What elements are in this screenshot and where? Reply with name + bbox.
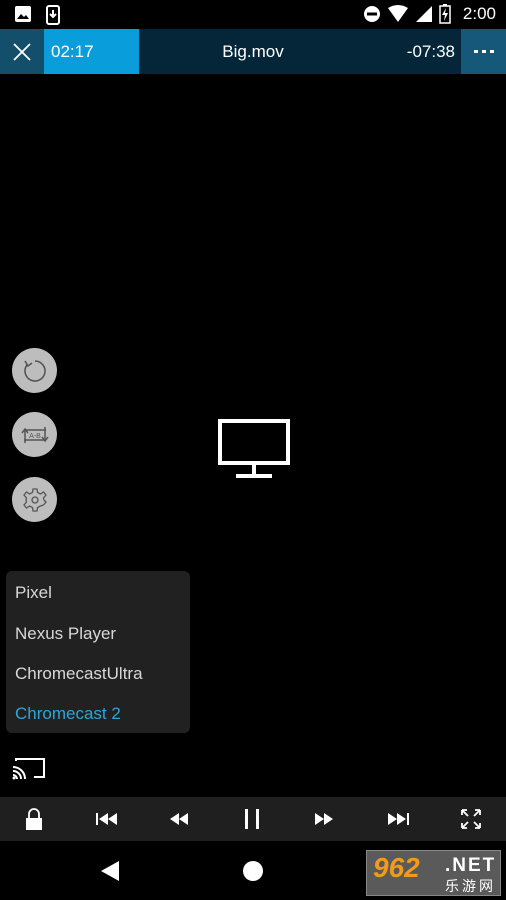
wifi-icon [387, 5, 408, 22]
settings-button[interactable] [12, 477, 57, 522]
gear-icon [22, 487, 47, 512]
svg-text:A-B: A-B [29, 433, 41, 440]
skip-next-icon [388, 813, 409, 825]
cellular-signal-icon [415, 6, 432, 22]
skip-next-button[interactable] [376, 797, 420, 841]
watermark-suffix: .NET [445, 855, 497, 876]
fast-forward-icon [315, 813, 333, 825]
fast-forward-button[interactable] [302, 797, 346, 841]
back-icon[interactable] [100, 860, 120, 882]
status-bar: 2:00 [0, 0, 506, 29]
more-icon [473, 49, 494, 53]
pause-button[interactable] [230, 797, 274, 841]
remaining-time: -07:38 [406, 42, 455, 61]
fullscreen-icon [461, 809, 481, 829]
status-time: 2:00 [462, 4, 496, 23]
watermark-logo: 962 .NET 乐游网 [366, 850, 501, 896]
skip-previous-button[interactable] [85, 797, 129, 841]
tv-icon [218, 419, 290, 478]
more-options-button[interactable] [461, 29, 506, 74]
cast-device-menu: Pixel Nexus Player ChromecastUltra Chrom… [6, 571, 190, 733]
cast-icon[interactable] [12, 757, 46, 781]
lock-button[interactable] [12, 797, 56, 841]
skip-previous-icon [96, 813, 117, 825]
download-icon [46, 5, 60, 25]
ab-loop-button[interactable]: A-B [12, 412, 57, 457]
rewind-icon [170, 813, 188, 825]
watermark-number: 962 [373, 852, 420, 883]
playback-controls [0, 797, 506, 841]
repeat-button[interactable] [12, 348, 57, 393]
watermark-subtitle: 乐游网 [445, 878, 496, 894]
repeat-icon [23, 359, 46, 382]
rewind-button[interactable] [157, 797, 201, 841]
device-item-nexus-player[interactable]: Nexus Player [15, 624, 116, 644]
image-icon [15, 6, 31, 22]
device-item-chromecast-ultra[interactable]: ChromecastUltra [15, 664, 143, 684]
player-top-bar: 02:17 Big.mov -07:38 [0, 29, 506, 74]
lock-icon [26, 808, 42, 830]
pause-icon [245, 809, 259, 829]
battery-charging-icon [439, 4, 451, 24]
do-not-disturb-icon [363, 6, 380, 22]
device-item-chromecast-2[interactable]: Chromecast 2 [15, 704, 121, 724]
device-item-pixel[interactable]: Pixel [15, 583, 52, 603]
ab-repeat-icon: A-B [20, 426, 49, 443]
home-icon[interactable] [242, 860, 264, 882]
fullscreen-button[interactable] [449, 797, 493, 841]
